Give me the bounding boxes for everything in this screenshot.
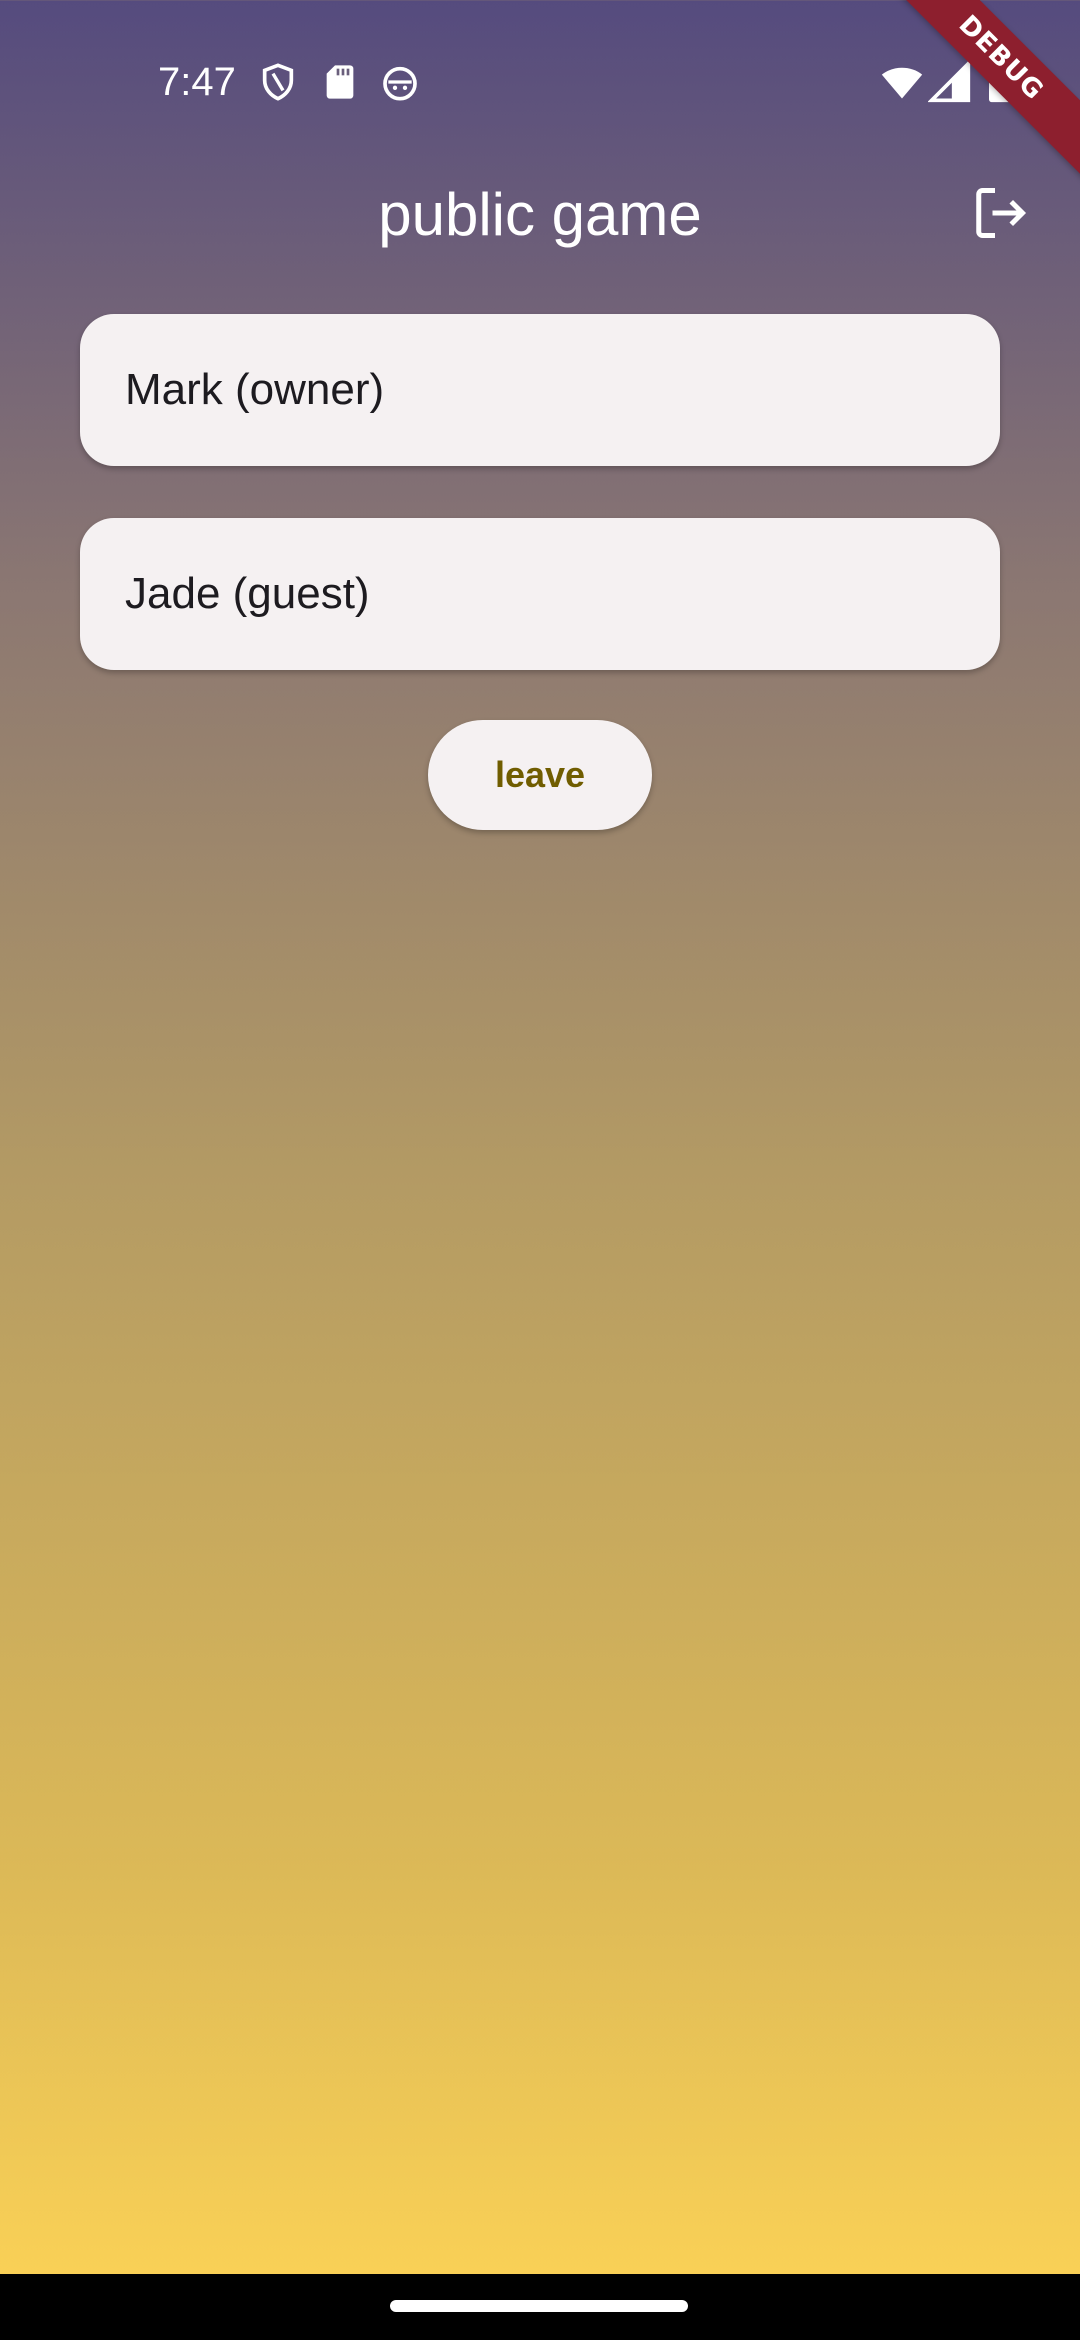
status-bar: 7:47 [0, 0, 1080, 160]
wifi-icon [880, 60, 924, 104]
system-navigation-bar [0, 2274, 1080, 2340]
logout-button[interactable] [960, 175, 1040, 255]
shield-icon [258, 62, 298, 102]
app-bar: public game [0, 160, 1080, 270]
player-card-owner[interactable]: Mark (owner) [80, 314, 1000, 466]
logout-icon [970, 183, 1030, 248]
cell-signal-icon [927, 59, 972, 104]
status-time: 7:47 [158, 60, 236, 104]
page-title: public game [378, 181, 702, 248]
player-name: Mark (owner) [125, 365, 385, 414]
leave-button[interactable]: leave [428, 720, 652, 830]
leave-button-label: leave [494, 754, 586, 795]
sd-card-icon [320, 62, 360, 102]
home-gesture-handle[interactable] [390, 2300, 688, 2312]
player-name: Jade (guest) [125, 569, 370, 618]
player-card-guest[interactable]: Jade (guest) [80, 518, 1000, 670]
android-face-icon [380, 62, 420, 102]
